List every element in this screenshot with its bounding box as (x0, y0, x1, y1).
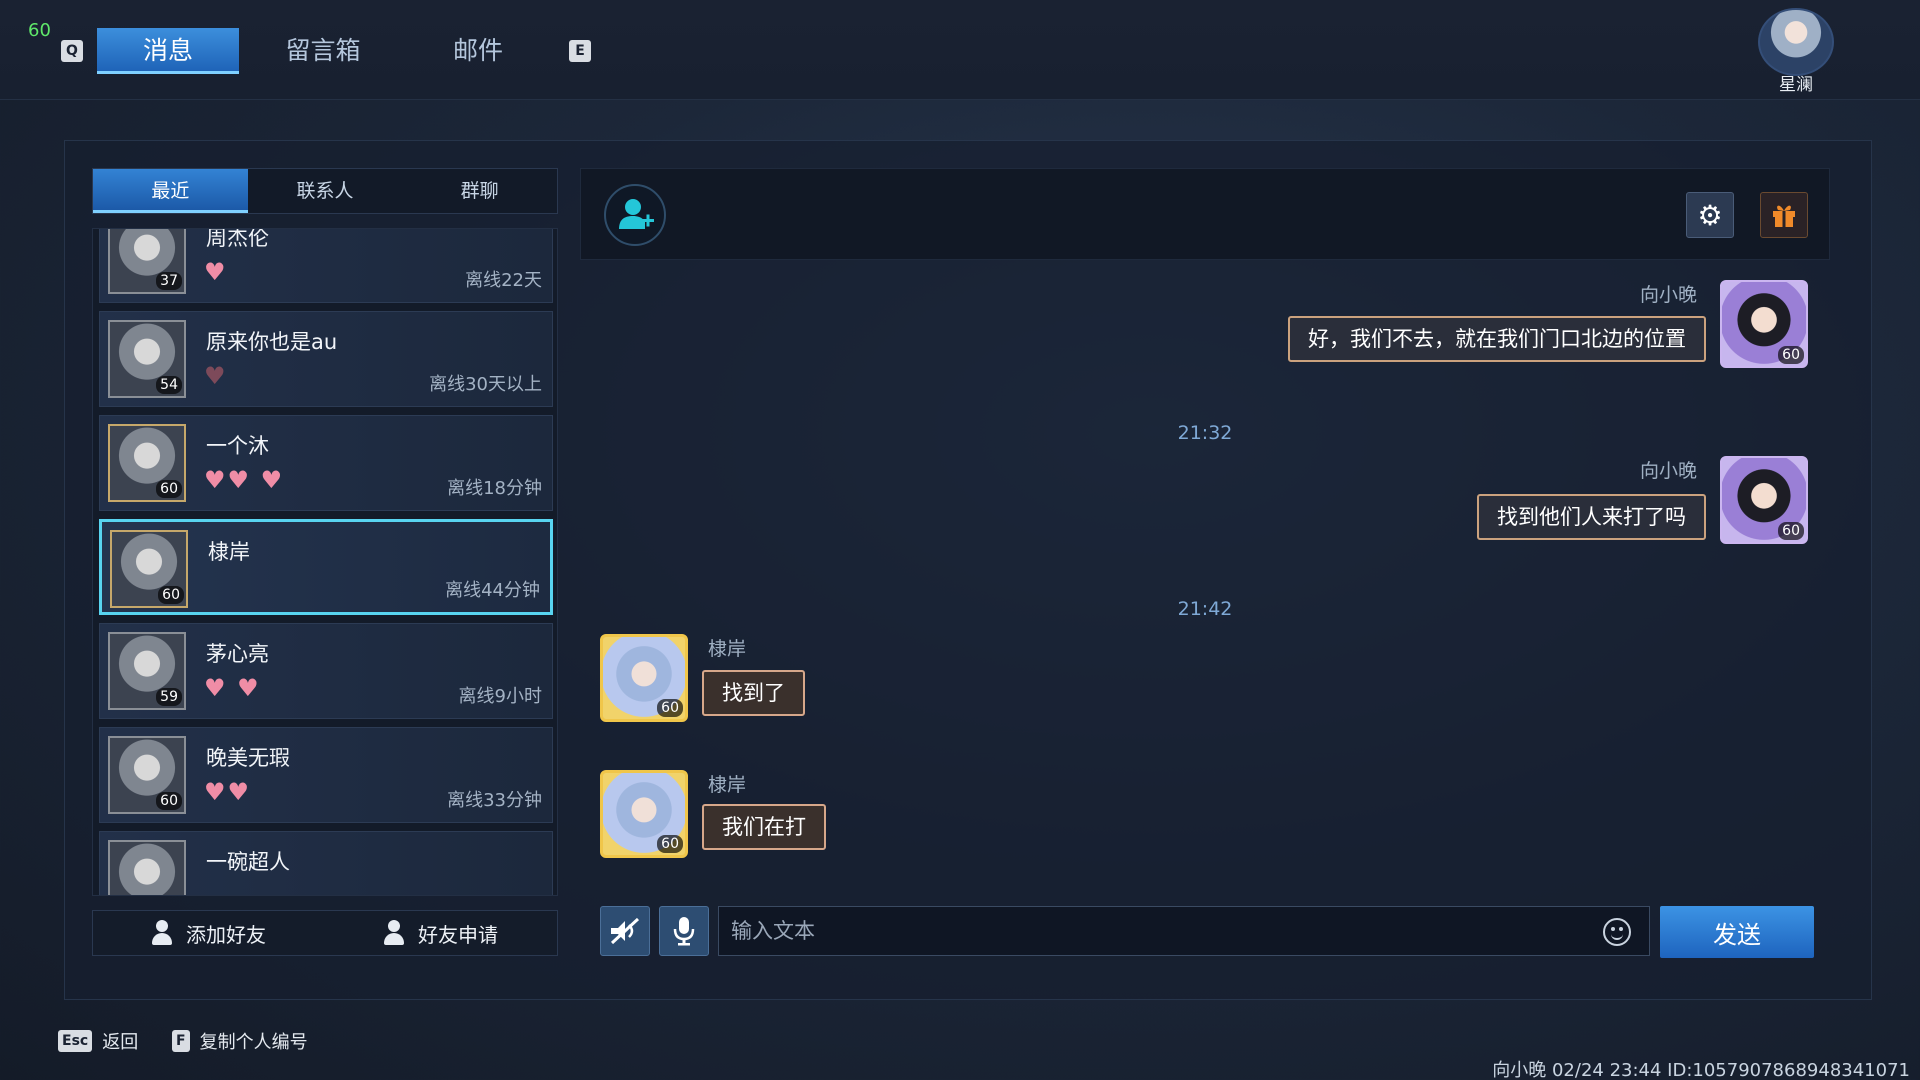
contact-name: 晚美无瑕 (206, 746, 290, 770)
contact-avatar: 60 (108, 736, 186, 814)
message-sender: 向小晚 (1640, 460, 1698, 482)
settings-button[interactable]: ⚙ (1686, 192, 1734, 238)
message-timestamp: 21:42 (1177, 598, 1233, 620)
microphone-button[interactable] (659, 906, 709, 956)
heart-icon: ♥ (204, 362, 228, 390)
add-friend-button[interactable]: 添加好友 (93, 911, 325, 955)
my-avatar[interactable]: 60 (1720, 280, 1808, 368)
user-name: 星澜 (1779, 75, 1813, 95)
contact-item[interactable]: 60 一个沐 ♥♥ ♥ 离线18分钟 (99, 415, 553, 511)
contact-chat-avatar[interactable]: 60 (600, 634, 688, 722)
tab-mail[interactable]: 邮件 (407, 28, 549, 74)
tab-recent[interactable]: 最近 (93, 169, 248, 213)
tab-messages[interactable]: 消息 (97, 28, 239, 74)
message-sender: 棣岸 (708, 638, 747, 660)
sidebar-tabs: 最近 联系人 群聊 (92, 168, 558, 214)
fps-counter: 60 (28, 20, 51, 41)
message-sender: 棣岸 (708, 774, 747, 796)
player-info: 向小晚 02/24 23:44 ID:1057907868948341071 (1492, 1060, 1910, 1080)
contact-level: 60 (158, 586, 184, 604)
contact-chat-avatar[interactable]: 60 (600, 770, 688, 858)
microphone-icon (673, 917, 695, 946)
contact-item[interactable]: 一碗超人 (99, 831, 553, 895)
contact-avatar: 59 (108, 632, 186, 710)
contact-status: 离线18分钟 (447, 478, 542, 499)
back-label: 返回 (102, 1032, 139, 1053)
gear-icon: ⚙ (1697, 198, 1723, 232)
back-hint[interactable]: Esc 返回 (58, 1028, 138, 1054)
contact-status: 离线33分钟 (447, 790, 542, 811)
contact-name: 一个沐 (206, 434, 269, 458)
top-bar: 60 Q 消息 留言箱 邮件 E 星澜 (0, 0, 1920, 100)
contact-avatar: 37 (108, 229, 186, 294)
contact-level: 60 (156, 480, 182, 498)
my-avatar[interactable]: 60 (1720, 456, 1808, 544)
message-input[interactable] (718, 906, 1650, 956)
gift-icon (1773, 205, 1795, 227)
avatar-level: 60 (657, 835, 683, 853)
contact-name: 周杰伦 (206, 228, 269, 250)
message-bubble-incoming[interactable]: 找到了 (702, 670, 805, 716)
contact-name: 一碗超人 (206, 850, 290, 874)
friend-request-label: 好友申请 (418, 922, 498, 947)
key-hint-q: Q (61, 40, 83, 62)
contact-list[interactable]: 37 周杰伦 ♥ 离线22天 54 原来你也是au ♥ 离线30天以上 60 一… (92, 228, 558, 896)
contact-avatar: 60 (110, 530, 188, 608)
contact-name: 茅心亮 (206, 642, 269, 666)
contact-status: 离线22天 (465, 270, 542, 291)
contact-level: 59 (156, 688, 182, 706)
contact-level: 54 (156, 376, 182, 394)
key-hint-esc: Esc (58, 1030, 93, 1052)
add-contact-button[interactable] (604, 184, 666, 246)
send-button[interactable]: 发送 (1660, 906, 1814, 958)
key-hint-e: E (569, 40, 591, 62)
gift-button[interactable] (1760, 192, 1808, 238)
add-user-icon (152, 920, 176, 946)
contact-item-selected[interactable]: 60 棣岸 离线44分钟 (99, 519, 553, 615)
contact-avatar: 60 (108, 424, 186, 502)
tab-group-chat[interactable]: 群聊 (402, 169, 557, 213)
contact-item[interactable]: 60 晚美无瑕 ♥♥ 离线33分钟 (99, 727, 553, 823)
heart-icon: ♥ ♥ (204, 674, 261, 702)
message-bubble-incoming[interactable]: 我们在打 (702, 804, 826, 850)
friend-request-icon (384, 920, 408, 946)
add-user-icon (619, 199, 654, 229)
user-avatar[interactable] (1758, 8, 1834, 76)
contact-avatar: 54 (108, 320, 186, 398)
heart-icon: ♥ (204, 258, 228, 286)
contact-name: 原来你也是au (206, 330, 338, 354)
contact-level: 60 (156, 792, 182, 810)
contact-name: 棣岸 (208, 540, 250, 564)
voice-off-icon (610, 917, 640, 945)
tab-contacts[interactable]: 联系人 (248, 169, 403, 213)
contact-status: 离线30天以上 (429, 374, 542, 395)
key-hint-f: F (172, 1030, 190, 1052)
friend-request-button[interactable]: 好友申请 (325, 911, 557, 955)
contact-item[interactable]: 54 原来你也是au ♥ 离线30天以上 (99, 311, 553, 407)
message-bubble-outgoing[interactable]: 好，我们不去，就在我们门口北边的位置 (1288, 316, 1706, 362)
message-bubble-outgoing[interactable]: 找到他们人来打了吗 (1477, 494, 1706, 540)
avatar-level: 60 (657, 699, 683, 717)
message-sender: 向小晚 (1640, 284, 1698, 306)
avatar-level: 60 (1778, 522, 1804, 540)
contact-item[interactable]: 37 周杰伦 ♥ 离线22天 (99, 228, 553, 303)
emoji-icon[interactable] (1603, 918, 1631, 946)
voice-toggle-button[interactable] (600, 906, 650, 956)
heart-icon: ♥♥ ♥ (204, 466, 285, 494)
add-friend-label: 添加好友 (186, 922, 266, 947)
copy-id-hint[interactable]: F 复制个人编号 (172, 1028, 308, 1054)
avatar-level: 60 (1778, 346, 1804, 364)
contact-item[interactable]: 59 茅心亮 ♥ ♥ 离线9小时 (99, 623, 553, 719)
contact-status: 离线44分钟 (445, 580, 540, 601)
message-timestamp: 21:32 (1177, 422, 1233, 444)
copy-id-label: 复制个人编号 (199, 1032, 308, 1053)
friend-actions: 添加好友 好友申请 (92, 910, 558, 956)
tab-message-box[interactable]: 留言箱 (252, 28, 394, 74)
contact-avatar (108, 840, 186, 895)
heart-icon: ♥♥ (204, 778, 252, 806)
chat-header (580, 168, 1830, 260)
contact-level: 37 (156, 272, 182, 290)
contact-status: 离线9小时 (458, 686, 542, 707)
